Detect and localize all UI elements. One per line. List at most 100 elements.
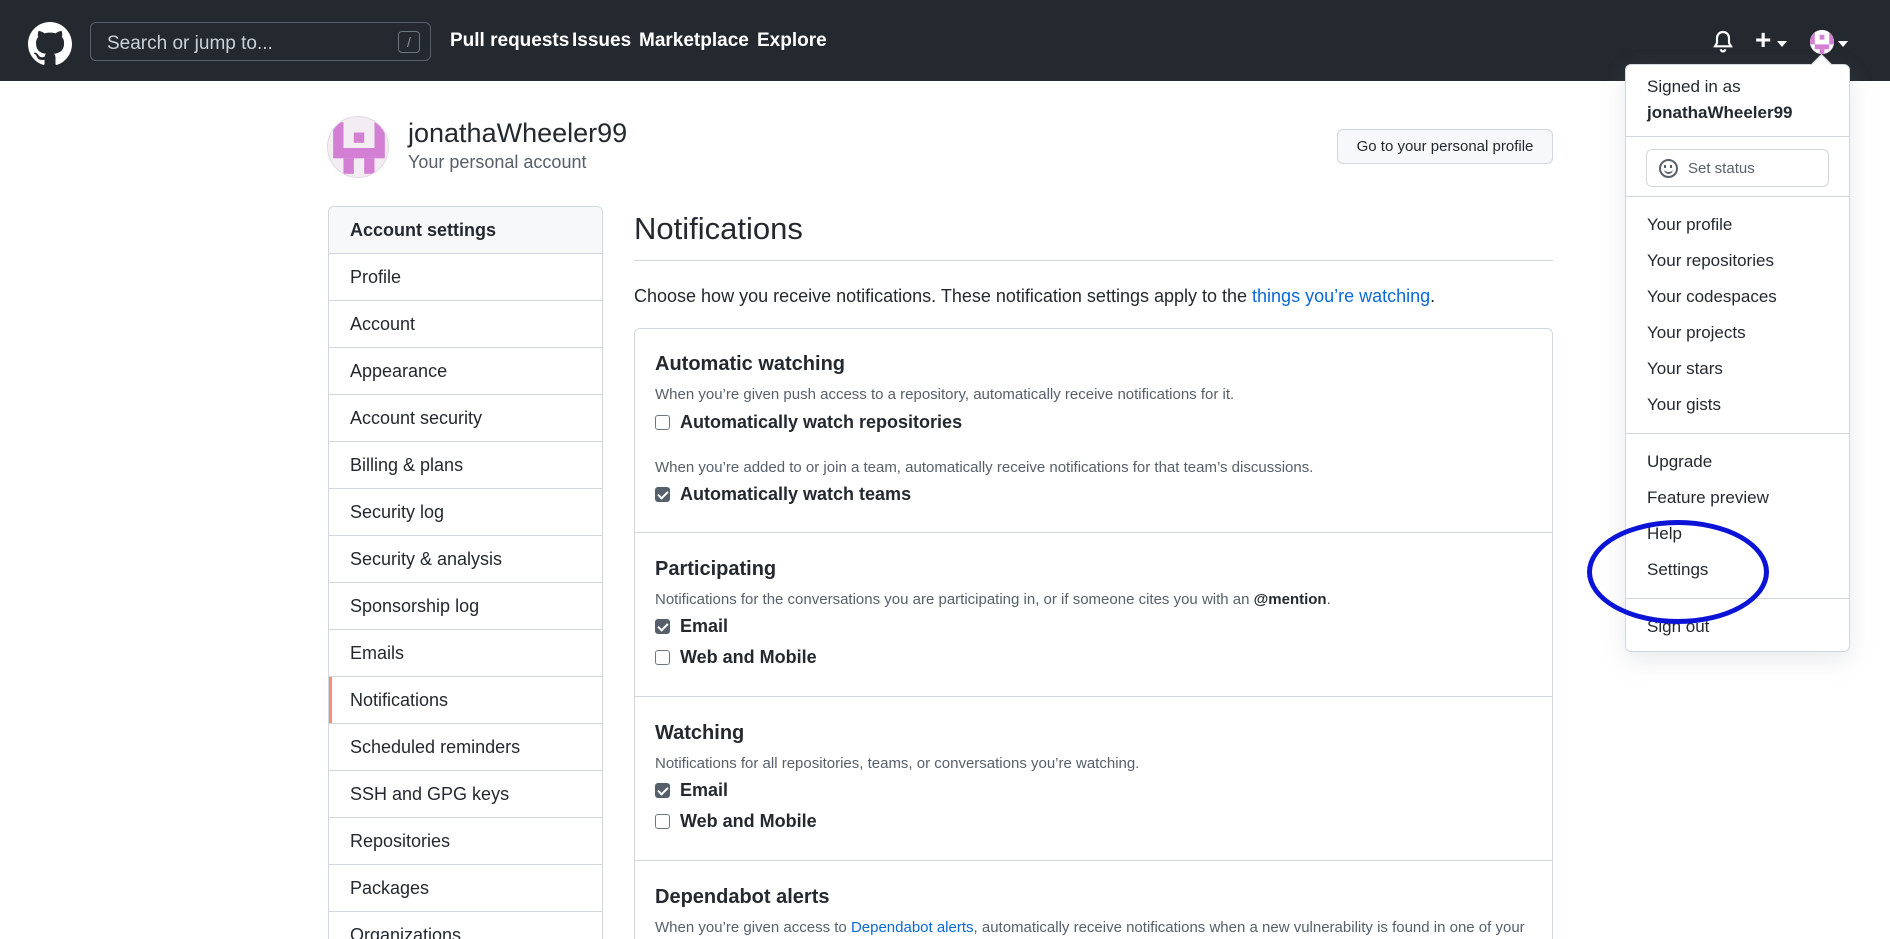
menu-your-codespaces[interactable]: Your codespaces bbox=[1647, 287, 1777, 307]
menu-divider bbox=[1626, 196, 1849, 197]
auto-watch-repos-checkbox[interactable]: Automatically watch repositories bbox=[655, 411, 962, 433]
go-to-profile-button[interactable]: Go to your personal profile bbox=[1337, 129, 1553, 164]
section-divider bbox=[635, 860, 1552, 861]
participating-title: Participating bbox=[655, 558, 777, 580]
sidebar-item-appearance[interactable]: Appearance bbox=[329, 348, 602, 395]
top-navigation-bar: Search or jump to... / Pull requests Iss… bbox=[0, 0, 1890, 81]
checkbox-label: Web and Mobile bbox=[680, 810, 817, 831]
participating-desc: Notifications for the conversations you … bbox=[655, 591, 1331, 608]
automatic-teams-desc: When you’re added to or join a team, aut… bbox=[655, 459, 1314, 476]
set-status-label: Set status bbox=[1688, 160, 1755, 177]
watching-email-checkbox[interactable]: Email bbox=[655, 779, 728, 801]
watching-desc: Notifications for all repositories, team… bbox=[655, 755, 1140, 772]
sidebar-item-billing[interactable]: Billing & plans bbox=[329, 442, 602, 489]
user-dropdown-menu: Signed in as jonathaWheeler99 Set status… bbox=[1625, 64, 1850, 652]
search-placeholder: Search or jump to... bbox=[107, 33, 273, 54]
dependabot-alerts-link[interactable]: Dependabot alerts bbox=[851, 919, 974, 936]
sidebar-item-packages[interactable]: Packages bbox=[329, 865, 602, 912]
chevron-down-icon[interactable] bbox=[1777, 41, 1787, 47]
menu-sign-out[interactable]: Sign out bbox=[1647, 617, 1709, 637]
smiley-icon bbox=[1659, 159, 1678, 178]
page-title: Notifications bbox=[634, 211, 803, 246]
checkbox-box[interactable] bbox=[655, 486, 670, 502]
sidebar-item-security-analysis[interactable]: Security & analysis bbox=[329, 536, 602, 583]
checkbox-label: Automatically watch repositories bbox=[680, 411, 963, 432]
user-avatar-button[interactable] bbox=[1810, 30, 1834, 54]
notification-settings-box: Automatic watching When you’re given pus… bbox=[634, 328, 1553, 939]
nav-explore[interactable]: Explore bbox=[757, 30, 827, 52]
sidebar-heading: Account settings bbox=[329, 207, 602, 254]
sidebar-item-ssh-gpg-keys[interactable]: SSH and GPG keys bbox=[329, 771, 602, 818]
sidebar-item-organizations[interactable]: Organizations bbox=[329, 912, 602, 939]
signed-in-username: jonathaWheeler99 bbox=[1647, 103, 1793, 122]
sidebar-item-emails[interactable]: Emails bbox=[329, 630, 602, 677]
nav-issues[interactable]: Issues bbox=[572, 30, 631, 52]
menu-your-projects[interactable]: Your projects bbox=[1647, 323, 1746, 343]
checkbox-label: Email bbox=[680, 615, 729, 636]
dependabot-desc: When you’re given access to Dependabot a… bbox=[655, 919, 1525, 936]
checkbox-box[interactable] bbox=[655, 782, 670, 798]
identicon-icon bbox=[328, 117, 388, 177]
avatar-chevron-down-icon[interactable] bbox=[1838, 41, 1848, 47]
settings-sidebar: Account settings Profile Account Appeara… bbox=[328, 206, 603, 939]
account-subtitle: Your personal account bbox=[408, 152, 587, 172]
menu-upgrade[interactable]: Upgrade bbox=[1647, 452, 1712, 472]
menu-divider bbox=[1626, 136, 1849, 137]
title-divider bbox=[634, 260, 1553, 261]
nav-pull-requests[interactable]: Pull requests bbox=[450, 30, 569, 52]
things-watching-link[interactable]: things you’re watching bbox=[1252, 286, 1430, 306]
checkbox-box[interactable] bbox=[655, 618, 670, 634]
auto-watch-teams-checkbox[interactable]: Automatically watch teams bbox=[655, 483, 911, 505]
checkbox-label: Email bbox=[680, 779, 729, 800]
watching-title: Watching bbox=[655, 722, 745, 744]
automatic-watching-title: Automatic watching bbox=[655, 353, 846, 375]
menu-settings[interactable]: Settings bbox=[1647, 560, 1708, 580]
checkbox-box[interactable] bbox=[655, 414, 670, 430]
automatic-watching-desc: When you’re given push access to a repos… bbox=[655, 386, 1235, 403]
menu-help[interactable]: Help bbox=[1647, 524, 1682, 544]
search-input[interactable]: Search or jump to... / bbox=[90, 22, 431, 61]
menu-your-profile[interactable]: Your profile bbox=[1647, 215, 1732, 235]
bell-icon[interactable] bbox=[1712, 30, 1734, 54]
sidebar-item-scheduled-reminders[interactable]: Scheduled reminders bbox=[329, 724, 602, 771]
menu-your-gists[interactable]: Your gists bbox=[1647, 395, 1721, 415]
sidebar-item-notifications[interactable]: Notifications bbox=[329, 677, 602, 724]
plus-icon[interactable]: + bbox=[1755, 25, 1771, 55]
intro-text: Choose how you receive notifications. Th… bbox=[634, 286, 1435, 307]
section-divider bbox=[635, 532, 1552, 533]
participating-email-checkbox[interactable]: Email bbox=[655, 615, 728, 637]
participating-desc-text: Notifications for the conversations you … bbox=[655, 591, 1254, 608]
checkbox-label: Web and Mobile bbox=[680, 646, 817, 667]
checkbox-box[interactable] bbox=[655, 813, 670, 829]
menu-feature-preview[interactable]: Feature preview bbox=[1647, 488, 1769, 508]
participating-desc-end: . bbox=[1326, 591, 1331, 608]
dependabot-desc-end: , automatically receive notifications wh… bbox=[973, 919, 1525, 936]
account-avatar bbox=[327, 116, 389, 178]
menu-divider bbox=[1626, 598, 1849, 599]
signed-in-label: Signed in as bbox=[1647, 77, 1741, 96]
menu-your-repositories[interactable]: Your repositories bbox=[1647, 251, 1774, 271]
slash-shortcut-key: / bbox=[398, 31, 420, 53]
sidebar-item-sponsorship-log[interactable]: Sponsorship log bbox=[329, 583, 602, 630]
sidebar-item-repositories[interactable]: Repositories bbox=[329, 818, 602, 865]
dependabot-title: Dependabot alerts bbox=[655, 886, 830, 908]
sidebar-item-account-security[interactable]: Account security bbox=[329, 395, 602, 442]
intro-text-body: Choose how you receive notifications. Th… bbox=[634, 286, 1253, 306]
nav-marketplace[interactable]: Marketplace bbox=[639, 30, 749, 52]
checkbox-box[interactable] bbox=[655, 649, 670, 665]
menu-divider bbox=[1626, 433, 1849, 434]
sidebar-item-security-log[interactable]: Security log bbox=[329, 489, 602, 536]
intro-text-end: . bbox=[1430, 286, 1436, 306]
checkbox-label: Automatically watch teams bbox=[680, 483, 912, 504]
sidebar-item-profile[interactable]: Profile bbox=[329, 254, 602, 301]
mention-text: @mention bbox=[1253, 591, 1327, 608]
participating-web-checkbox[interactable]: Web and Mobile bbox=[655, 646, 817, 668]
set-status-button[interactable]: Set status bbox=[1646, 149, 1829, 187]
sidebar-item-account[interactable]: Account bbox=[329, 301, 602, 348]
watching-web-checkbox[interactable]: Web and Mobile bbox=[655, 810, 817, 832]
github-logo-icon[interactable] bbox=[28, 22, 72, 66]
account-username[interactable]: jonathaWheeler99 bbox=[408, 118, 627, 149]
menu-your-stars[interactable]: Your stars bbox=[1647, 359, 1723, 379]
section-divider bbox=[635, 696, 1552, 697]
identicon-icon bbox=[1810, 30, 1834, 54]
